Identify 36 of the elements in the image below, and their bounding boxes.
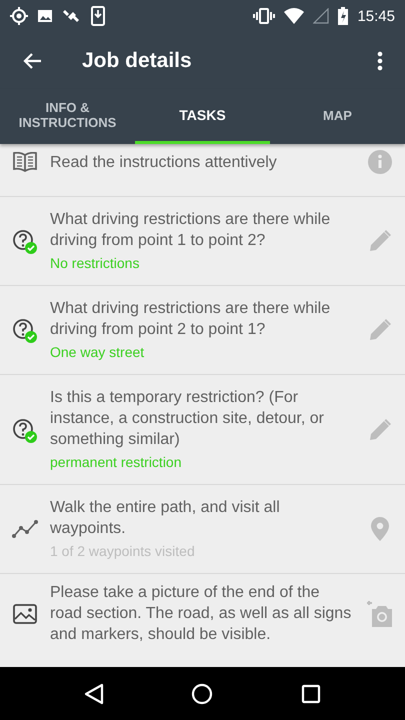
open-book-icon	[13, 152, 37, 172]
vibrate-icon	[253, 8, 276, 24]
edit-icon[interactable]	[369, 418, 391, 440]
battery-icon	[338, 7, 348, 25]
home-icon[interactable]	[191, 682, 214, 704]
line-chart-icon	[12, 520, 38, 538]
edit-icon[interactable]	[369, 230, 391, 252]
signal-icon	[313, 8, 330, 24]
back-arrow-icon[interactable]	[22, 52, 42, 70]
satellite-icon	[62, 7, 82, 25]
more-options-icon[interactable]	[377, 50, 383, 70]
answer-text: No restrictions	[50, 254, 140, 273]
edit-icon[interactable]	[369, 319, 391, 341]
answer-text: One way street	[50, 343, 146, 362]
task-text: Is this a temporary restriction? (For instance, a construction site, detour, or something similar)	[50, 388, 325, 450]
image-icon	[37, 8, 53, 24]
task-text: Walk the entire path, and visit all waypoints.	[50, 498, 281, 539]
add-photo-icon[interactable]	[366, 600, 394, 626]
back-icon[interactable]	[84, 682, 104, 704]
tab[interactable]: TASKS	[135, 89, 270, 144]
map-pin-icon[interactable]	[371, 517, 389, 541]
task-text: Read the instructions attentively	[50, 152, 278, 172]
answer-text: permanent restriction	[50, 453, 183, 472]
image-icon	[13, 604, 37, 624]
task-text: What driving restrictions are there while driving from point 1 to point 2?	[50, 210, 332, 251]
task-text: What driving restrictions are there while driving from point 2 to point 1?	[50, 299, 332, 340]
tab[interactable]: MAP	[270, 89, 405, 144]
location-icon	[10, 7, 28, 25]
wifi-icon	[284, 8, 304, 24]
recents-icon[interactable]	[301, 684, 322, 704]
clock-time: 15:45	[357, 8, 395, 24]
info-icon[interactable]	[368, 150, 392, 174]
tab[interactable]: INFO & INSTRUCTIONS	[0, 89, 135, 144]
download-icon	[91, 6, 105, 26]
screen-title: Job details	[82, 48, 193, 72]
task-text: Please take a picture of the end of the road section. The road, as well as all signs and markers, should be visible.	[50, 583, 352, 645]
